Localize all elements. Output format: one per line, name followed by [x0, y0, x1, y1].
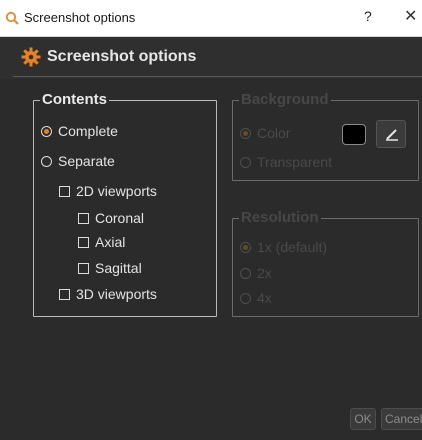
resolution-2x-radio-indicator[interactable]	[240, 267, 251, 279]
resolution-legend: Resolution	[239, 209, 321, 226]
edit-color-button[interactable]	[376, 120, 406, 148]
window-titlebar: Screenshot options ? ✕	[0, 0, 422, 37]
help-button[interactable]: ?	[364, 8, 372, 24]
separate-radio[interactable]: Separate	[41, 153, 115, 169]
resolution-4x-radio-indicator[interactable]	[240, 292, 251, 304]
viewports-3d-label: 3D viewports	[76, 286, 157, 302]
coronal-checkbox[interactable]: Coronal	[78, 210, 144, 226]
resolution-2x-radio[interactable]: 2x	[240, 265, 272, 281]
color-swatch[interactable]	[342, 124, 366, 145]
color-radio[interactable]: Color	[240, 125, 290, 141]
complete-label: Complete	[58, 123, 118, 139]
viewports-2d-checkbox-box[interactable]	[59, 185, 70, 197]
coronal-label: Coronal	[95, 210, 145, 226]
resolution-4x-radio[interactable]: 4x	[240, 290, 272, 306]
resolution-1x-label: 1x (default)	[257, 239, 328, 255]
screenshot-app-icon	[5, 11, 19, 25]
separate-label: Separate	[58, 153, 115, 169]
color-label: Color	[257, 125, 291, 141]
pencil-icon	[386, 129, 398, 141]
axial-checkbox[interactable]: Axial	[78, 234, 125, 250]
gear-icon	[21, 47, 41, 67]
sagittal-checkbox[interactable]: Sagittal	[78, 260, 142, 276]
window-title: Screenshot options	[24, 10, 136, 25]
viewports-3d-checkbox[interactable]: 3D viewports	[59, 286, 157, 302]
separate-radio-indicator[interactable]	[41, 155, 52, 167]
transparent-radio-indicator[interactable]	[240, 156, 251, 168]
viewports-2d-label: 2D viewports	[76, 183, 157, 199]
dialog-header: Screenshot options	[0, 37, 422, 79]
viewports-2d-checkbox[interactable]: 2D viewports	[59, 183, 157, 199]
resolution-1x-radio[interactable]: 1x (default)	[240, 239, 327, 255]
complete-radio-indicator[interactable]	[41, 125, 52, 137]
coronal-checkbox-box[interactable]	[78, 212, 89, 224]
viewports-3d-checkbox-box[interactable]	[59, 288, 70, 300]
color-radio-indicator[interactable]	[240, 127, 251, 139]
complete-radio[interactable]: Complete	[41, 123, 118, 139]
ok-button[interactable]: OK	[350, 408, 376, 430]
sagittal-checkbox-box[interactable]	[78, 262, 89, 274]
transparent-label: Transparent	[257, 154, 332, 170]
close-button[interactable]: ✕	[404, 6, 417, 26]
sagittal-label: Sagittal	[95, 260, 142, 276]
page-title: Screenshot options	[47, 48, 197, 65]
cancel-button[interactable]: Cancel	[381, 408, 422, 430]
axial-label: Axial	[95, 234, 126, 250]
resolution-4x-label: 4x	[257, 290, 272, 306]
background-legend: Background	[239, 91, 331, 108]
transparent-radio[interactable]: Transparent	[240, 154, 332, 170]
resolution-1x-radio-indicator[interactable]	[240, 241, 251, 253]
contents-legend: Contents	[40, 91, 109, 108]
header-divider	[13, 76, 422, 77]
resolution-2x-label: 2x	[257, 265, 272, 281]
axial-checkbox-box[interactable]	[78, 236, 89, 248]
